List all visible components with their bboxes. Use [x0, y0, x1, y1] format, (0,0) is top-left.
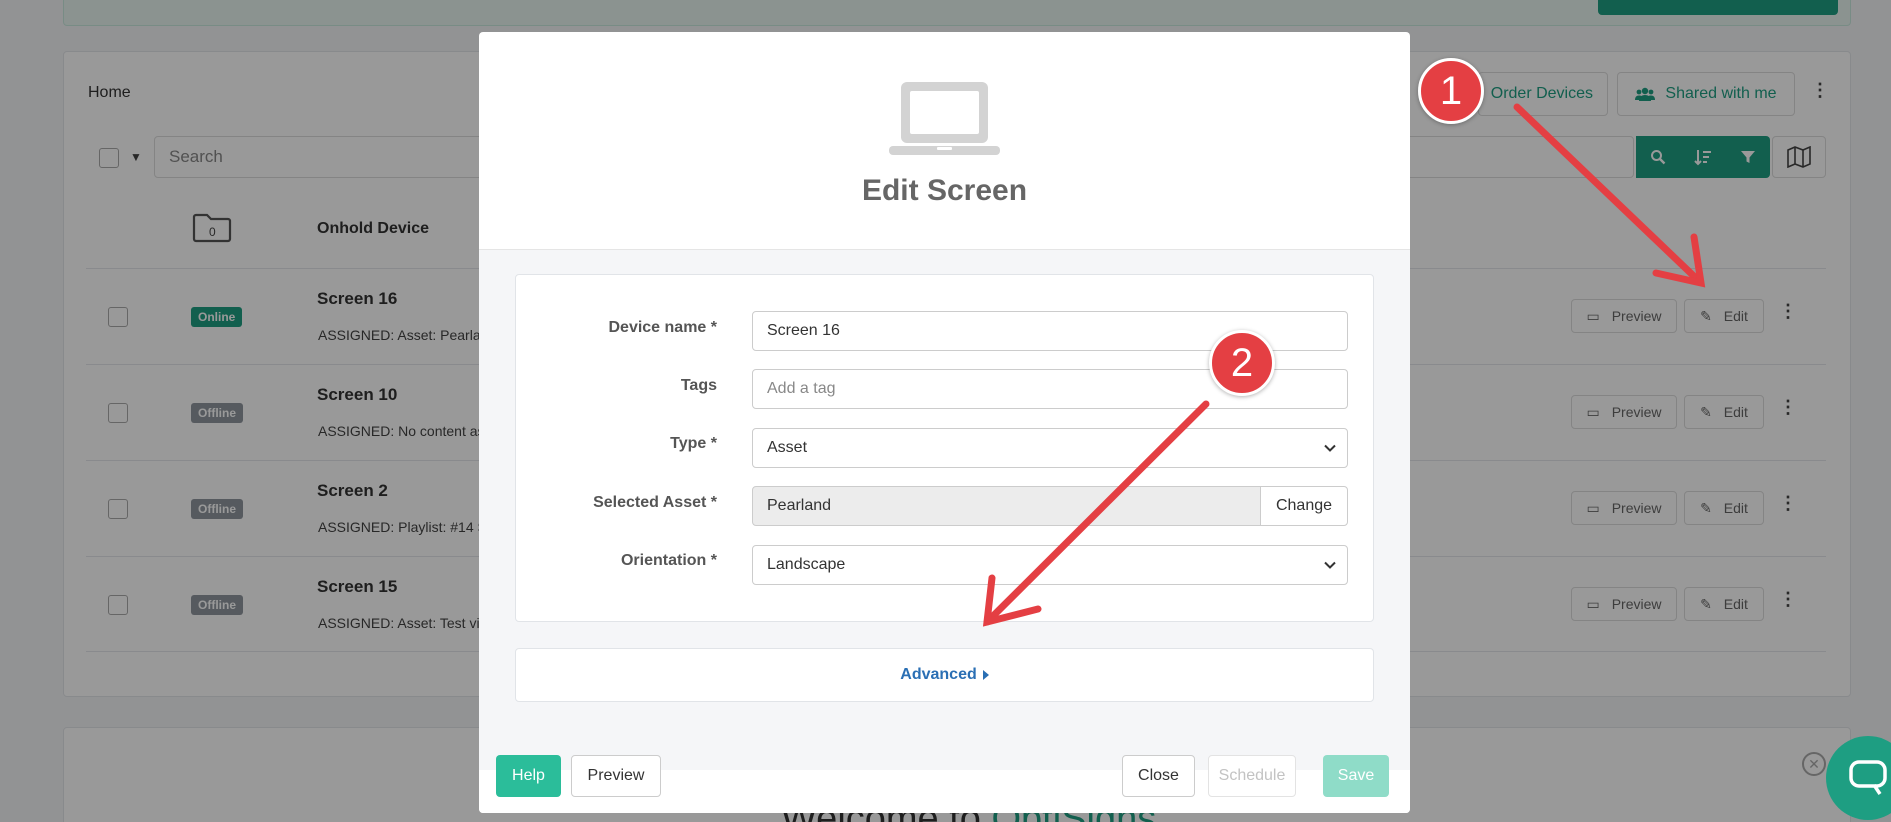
chat-icon — [1849, 760, 1887, 795]
arrow-1 — [1513, 103, 1706, 288]
callout-2: 2 — [1209, 330, 1275, 396]
arrow-2 — [982, 400, 1210, 627]
callout-1: 1 — [1418, 58, 1484, 124]
annotation-arrows — [982, 103, 1706, 627]
